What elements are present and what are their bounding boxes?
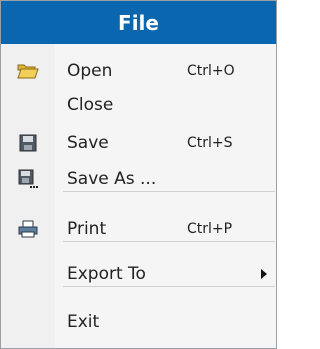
menu-item-label: Open xyxy=(67,61,113,81)
submenu-arrow-icon xyxy=(261,269,267,279)
menu-item-save[interactable]: Save Ctrl+S xyxy=(1,125,276,161)
menu-item-label: Exit xyxy=(67,312,100,332)
menu-item-close[interactable]: Close xyxy=(1,87,276,123)
menu-item-label: Save As ... xyxy=(67,169,157,189)
menu-item-shortcut: Ctrl+O xyxy=(187,63,235,79)
menu-title: File xyxy=(1,1,276,44)
menu-item-label: Close xyxy=(67,95,114,115)
menu-item-exit[interactable]: Exit xyxy=(1,304,276,340)
floppy-disk-save-as-icon xyxy=(17,168,39,190)
floppy-disk-icon xyxy=(17,132,39,154)
menu-item-open[interactable]: Open Ctrl+O xyxy=(1,53,276,89)
file-menu: File Open Ctrl+O Close Save Ctrl+S Save … xyxy=(0,0,277,349)
menu-separator xyxy=(63,241,275,242)
menu-item-shortcut: Ctrl+P xyxy=(187,221,233,237)
menu-item-label: Export To xyxy=(67,264,146,284)
menu-item-shortcut: Ctrl+S xyxy=(187,135,233,151)
menu-item-label: Print xyxy=(67,219,107,239)
menu-item-label: Save xyxy=(67,133,109,153)
menu-separator xyxy=(63,286,275,287)
menu-separator xyxy=(63,191,275,192)
printer-icon xyxy=(17,218,39,240)
folder-open-icon xyxy=(17,60,39,82)
